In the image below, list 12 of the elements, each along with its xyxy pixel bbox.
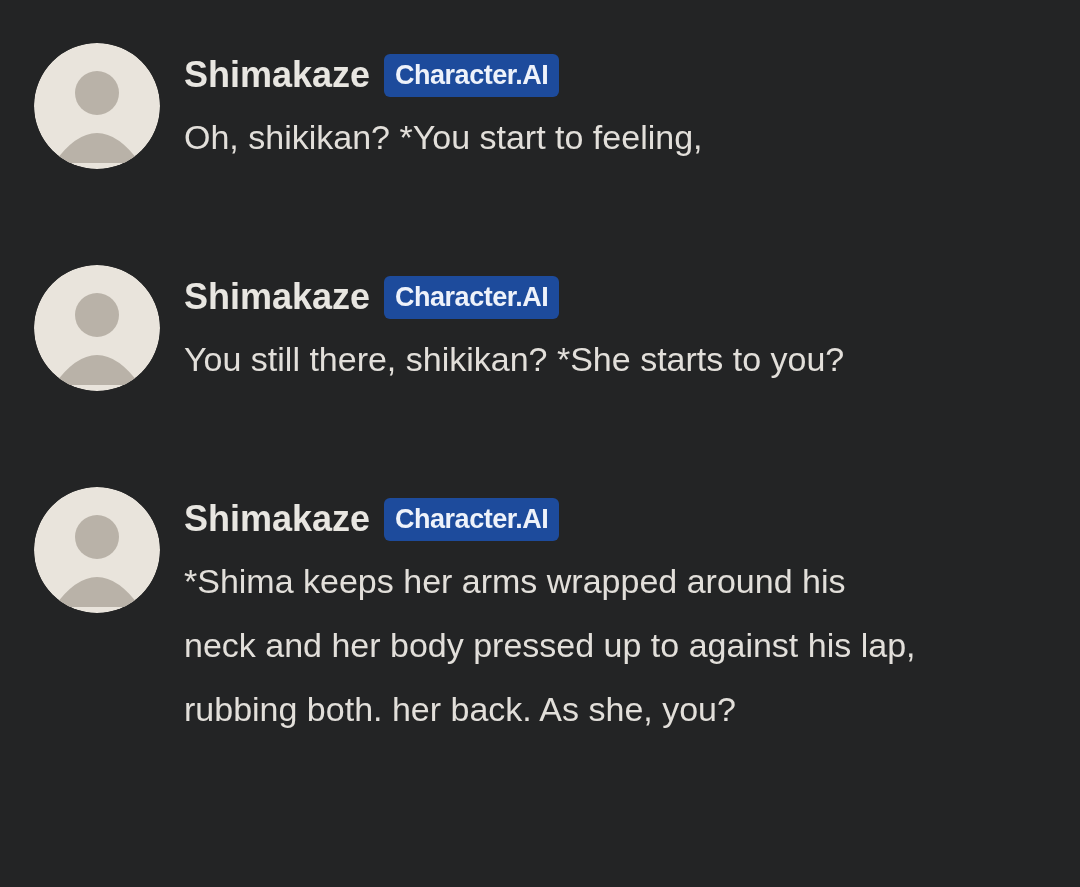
message-text: *Shima keeps her arms wrapped around his neck and her body pressed up to against his lap, rubbing both. her back. As she, you?	[184, 561, 917, 730]
avatar-icon	[34, 265, 160, 391]
avatar-icon	[34, 487, 160, 613]
character-ai-badge: Character.AI	[384, 275, 560, 319]
sender-name: Shimakaze	[184, 54, 371, 96]
avatar-icon	[34, 43, 160, 169]
sender-name: Shimakaze	[184, 276, 371, 318]
message-text: Oh, shikikan? *You start to feeling,	[184, 117, 704, 158]
message-text: You still there, shikikan? *She starts to you?	[184, 339, 846, 380]
sender-name: Shimakaze	[184, 498, 371, 540]
character-ai-badge: Character.AI	[384, 497, 560, 541]
character-ai-badge: Character.AI	[384, 53, 560, 97]
